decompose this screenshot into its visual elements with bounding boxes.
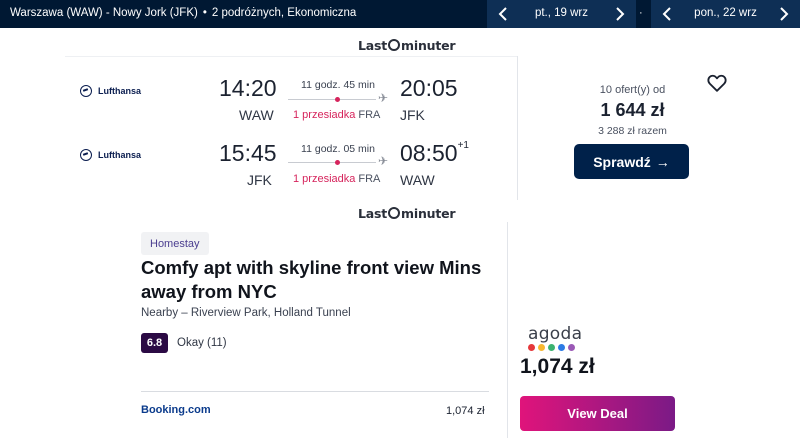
booking-com-logo[interactable]: Booking.com: [141, 404, 211, 416]
return-depart-time: 15:45: [219, 140, 277, 166]
route-text: Warszawa (WAW) - Nowy Jork (JFK): [10, 7, 198, 19]
property-type-badge: Homestay: [141, 232, 209, 255]
return-prev-day-button[interactable]: [651, 0, 683, 28]
clock-icon: [388, 39, 401, 51]
agoda-logo-dots: [528, 344, 575, 351]
logo-dot: [528, 344, 535, 351]
logo-text-start: Last: [358, 206, 388, 221]
return-next-day-button[interactable]: [768, 0, 800, 28]
review-score: 6.8: [141, 333, 168, 353]
lastminuter-logo: Last minuter: [358, 38, 456, 53]
divider: [65, 56, 517, 57]
airline-name: Lufthansa: [98, 150, 142, 160]
arrow-right-icon: →: [655, 153, 670, 170]
hotel-title[interactable]: Comfy apt with skyline front view Mins a…: [141, 256, 501, 304]
date-separator: ·: [639, 7, 643, 19]
favorite-button[interactable]: [706, 72, 728, 94]
check-flight-button[interactable]: Sprawdź →: [574, 144, 689, 179]
separator: •: [202, 7, 207, 19]
outbound-stops: 1 przesiadka FRA: [293, 109, 380, 121]
day-offset: +1: [457, 140, 469, 151]
flight-price: 1 644 zł: [600, 100, 665, 120]
stops-count: 1 przesiadka: [293, 173, 356, 185]
chevron-right-icon: [780, 7, 789, 21]
hotel-nearby: Nearby – Riverview Park, Holland Tunnel: [141, 307, 351, 319]
lastminuter-logo: Last minuter: [358, 206, 456, 221]
flight-total-price: 3 288 zł razem: [598, 125, 667, 137]
logo-text-end: minuter: [401, 206, 456, 221]
logo-dot: [548, 344, 555, 351]
logo-dot: [538, 344, 545, 351]
airline-return: Lufthansa: [80, 149, 141, 161]
logo-dot: [558, 344, 565, 351]
lufthansa-crane-icon: [80, 85, 92, 97]
stops-count: 1 przesiadka: [293, 109, 356, 121]
booking-com-price[interactable]: 1,074 zł: [446, 405, 485, 417]
route-line: [288, 162, 376, 163]
logo-text-end: minuter: [401, 38, 456, 53]
return-depart-airport: JFK: [247, 172, 272, 188]
via-airport: FRA: [358, 109, 381, 121]
divider: [141, 391, 489, 392]
via-airport: FRA: [358, 173, 381, 185]
return-arrive-time: 08:50+1: [400, 140, 469, 167]
outbound-depart-airport: WAW: [239, 107, 274, 123]
depart-date[interactable]: pt., 19 wrz: [519, 7, 604, 19]
outbound-arrive-airport: JFK: [400, 107, 425, 123]
stopover-dot: [335, 97, 340, 102]
offers-count: 10 ofert(y) od: [599, 84, 666, 96]
route-line: [288, 99, 376, 100]
return-duration: 11 godz. 05 min: [301, 143, 375, 155]
clock-icon: [388, 207, 401, 219]
search-summary-bar: Warszawa (WAW) - Nowy Jork (JFK) • 2 podró…: [0, 0, 800, 28]
logo-dot: [568, 344, 575, 351]
review-label: Okay (11): [177, 337, 227, 349]
depart-prev-day-button[interactable]: [487, 0, 519, 28]
outbound-arrive-time: 20:05: [400, 75, 458, 101]
lufthansa-crane-icon: [80, 149, 92, 161]
return-date[interactable]: pon., 22 wrz: [683, 7, 768, 19]
heart-icon: [707, 74, 727, 92]
plane-icon: ✈: [378, 91, 389, 105]
chevron-left-icon: [498, 7, 507, 21]
passengers-text: 2 podróżnych, Ekonomiczna: [211, 7, 357, 19]
view-deal-button[interactable]: View Deal: [520, 396, 675, 431]
chevron-left-icon: [662, 7, 671, 21]
airline-outbound: Lufthansa: [80, 85, 141, 97]
outbound-duration: 11 godz. 45 min: [301, 79, 375, 91]
chevron-right-icon: [616, 7, 625, 21]
return-date-nav: pon., 22 wrz: [651, 0, 800, 28]
divider: [507, 222, 508, 438]
logo-text-start: Last: [358, 38, 388, 53]
outbound-depart-time: 14:20: [219, 75, 277, 101]
arrive-time-value: 08:50: [400, 140, 458, 166]
airline-name: Lufthansa: [98, 86, 142, 96]
depart-next-day-button[interactable]: [604, 0, 636, 28]
check-button-label: Sprawdź: [593, 153, 651, 170]
search-summary[interactable]: Warszawa (WAW) - Nowy Jork (JFK) • 2 podró…: [10, 7, 356, 19]
return-arrive-airport: WAW: [400, 172, 435, 188]
depart-date-nav: pt., 19 wrz: [487, 0, 636, 28]
agoda-logo: agoda: [528, 324, 583, 344]
divider: [517, 56, 518, 200]
hotel-price: 1,074 zł: [520, 355, 595, 378]
stopover-dot: [335, 160, 340, 165]
plane-icon: ✈: [378, 154, 389, 168]
return-stops: 1 przesiadka FRA: [293, 173, 380, 185]
